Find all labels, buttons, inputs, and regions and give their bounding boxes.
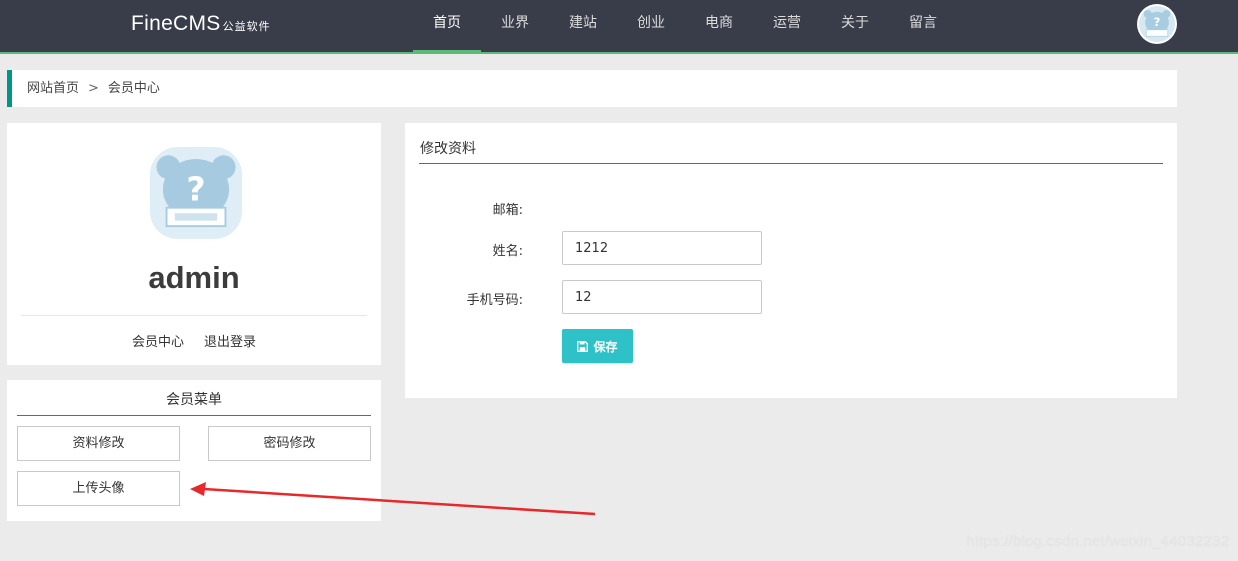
change-password-button[interactable]: 密码修改 bbox=[208, 426, 371, 461]
svg-text:?: ? bbox=[186, 169, 205, 208]
svg-text:?: ? bbox=[1154, 15, 1161, 29]
default-avatar-icon: ? bbox=[1139, 6, 1175, 42]
edit-profile-button[interactable]: 资料修改 bbox=[17, 426, 180, 461]
profile-avatar: ? bbox=[150, 147, 242, 239]
save-button-label: 保存 bbox=[593, 339, 618, 354]
user-avatar-button[interactable]: ? bbox=[1137, 4, 1177, 44]
profile-divider bbox=[21, 315, 367, 316]
nav-item-home[interactable]: 首页 bbox=[413, 0, 481, 54]
main-nav: 首页 业界 建站 创业 电商 运营 关于 留言 bbox=[413, 0, 957, 54]
phone-label: 手机号码: bbox=[466, 293, 523, 308]
profile-links: 会员中心 退出登录 bbox=[7, 331, 381, 350]
breadcrumb-separator: > bbox=[88, 81, 99, 96]
top-navbar: FineCMS 公益软件 首页 业界 建站 创业 电商 运营 关于 留言 ? bbox=[0, 0, 1238, 54]
member-menu: 会员菜单 资料修改 密码修改 上传头像 bbox=[7, 380, 381, 521]
edit-profile-panel: 修改资料 邮箱: 姓名: 手机号码: 保存 bbox=[405, 123, 1177, 398]
profile-card: ? admin 会员中心 退出登录 bbox=[7, 123, 381, 365]
logout-link[interactable]: 退出登录 bbox=[204, 335, 256, 350]
default-avatar-icon: ? bbox=[150, 147, 242, 239]
panel-title: 修改资料 bbox=[419, 137, 1163, 164]
site-logo[interactable]: FineCMS 公益软件 bbox=[131, 12, 271, 36]
email-label: 邮箱: bbox=[492, 203, 523, 218]
save-button[interactable]: 保存 bbox=[562, 329, 633, 363]
member-center-link[interactable]: 会员中心 bbox=[132, 335, 184, 350]
breadcrumb-home-link[interactable]: 网站首页 bbox=[27, 81, 79, 96]
nav-item-message[interactable]: 留言 bbox=[889, 0, 957, 54]
name-field[interactable] bbox=[562, 231, 762, 265]
nav-item-industry[interactable]: 业界 bbox=[481, 0, 549, 54]
breadcrumb: 网站首页 > 会员中心 bbox=[7, 70, 1177, 107]
breadcrumb-current: 会员中心 bbox=[107, 81, 160, 96]
nav-item-operations[interactable]: 运营 bbox=[753, 0, 821, 54]
nav-item-ecommerce[interactable]: 电商 bbox=[685, 0, 753, 54]
member-menu-title: 会员菜单 bbox=[17, 390, 371, 416]
nav-item-build-site[interactable]: 建站 bbox=[549, 0, 617, 54]
username: admin bbox=[148, 260, 240, 295]
upload-avatar-button[interactable]: 上传头像 bbox=[17, 471, 180, 506]
phone-field[interactable] bbox=[562, 280, 762, 314]
nav-item-about[interactable]: 关于 bbox=[821, 0, 889, 54]
logo-text: FineCMS bbox=[131, 12, 221, 35]
name-label: 姓名: bbox=[492, 244, 523, 259]
save-icon bbox=[577, 340, 589, 352]
logo-subtext: 公益软件 bbox=[222, 20, 271, 33]
nav-item-startup[interactable]: 创业 bbox=[617, 0, 685, 54]
watermark: https://blog.csdn.net/weixin_44032232 bbox=[966, 533, 1229, 550]
